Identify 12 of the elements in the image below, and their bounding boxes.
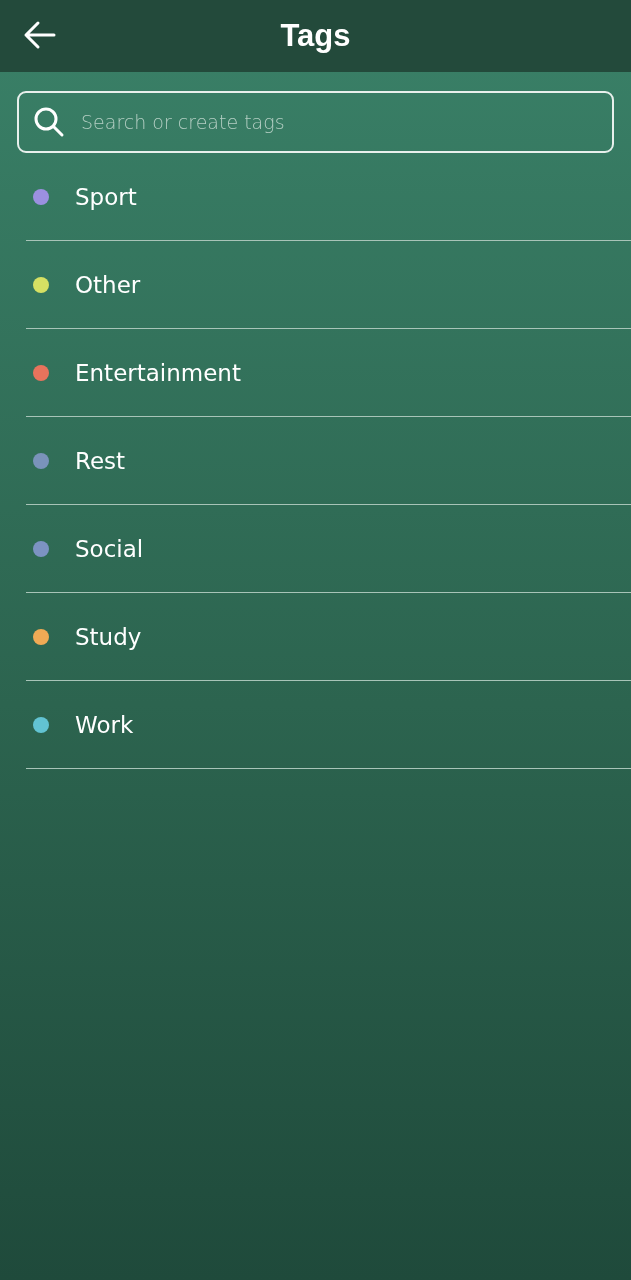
tag-item[interactable]: Rest [26, 417, 631, 505]
tag-item[interactable]: Entertainment [26, 329, 631, 417]
tag-item[interactable]: Sport [26, 153, 631, 241]
screen-title: Tags [280, 18, 351, 54]
tag-item[interactable]: Work [26, 681, 631, 769]
back-arrow-icon [22, 20, 56, 50]
tag-item[interactable]: Study [26, 593, 631, 681]
back-button[interactable] [22, 20, 56, 50]
search-field[interactable]: Search or create tags [17, 91, 614, 153]
search-icon [33, 106, 65, 138]
tag-item[interactable]: Other [26, 241, 631, 329]
tag-item[interactable]: Social [26, 505, 631, 593]
